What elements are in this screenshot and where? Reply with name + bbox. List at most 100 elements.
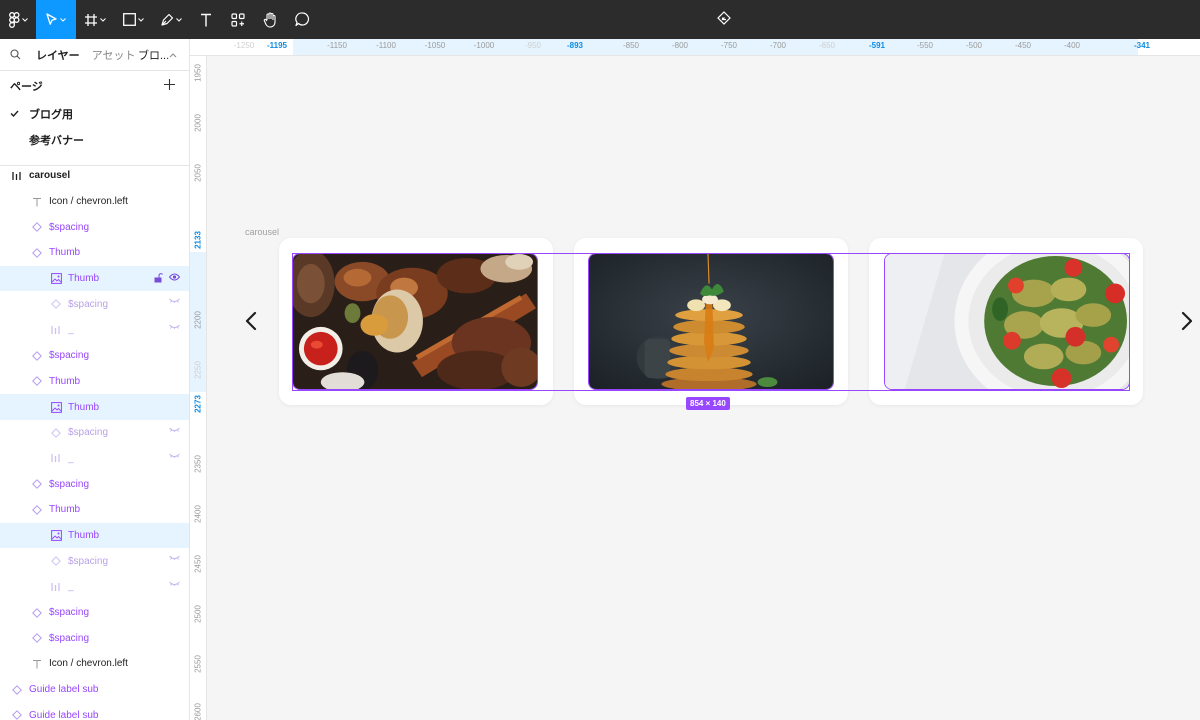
- frame-hash-icon: [84, 13, 98, 27]
- auto-layout-icon: [10, 169, 24, 183]
- layer-row[interactable]: Thumb: [0, 265, 189, 292]
- chevron-down-icon: [100, 17, 106, 22]
- layer-row[interactable]: $spacing: [0, 625, 189, 651]
- chevron-down-icon: [137, 17, 144, 22]
- layer-label: Thumb: [68, 529, 100, 541]
- eye-closed-icon[interactable]: [169, 298, 180, 304]
- ruler-tick-label: -1250: [233, 41, 255, 50]
- pen-tool-button[interactable]: [152, 0, 190, 39]
- layer-row[interactable]: Thumb: [0, 394, 189, 420]
- layer-label: Thumb: [49, 247, 81, 259]
- ruler-tick-label: -850: [622, 41, 640, 50]
- layer-label: $spacing: [49, 478, 90, 490]
- layer-row[interactable]: Icon / chevron.left: [0, 651, 189, 677]
- eye-closed-icon[interactable]: [169, 427, 180, 432]
- layer-row[interactable]: Thumb: [0, 522, 189, 549]
- layer-row[interactable]: Thumb: [0, 369, 189, 395]
- chevron-down-icon: [60, 17, 66, 22]
- layer-label: $spacing: [68, 427, 109, 439]
- layer-row[interactable]: $spacing: [0, 214, 189, 240]
- ruler-tick-label: -591: [868, 41, 886, 50]
- move-tool-button[interactable]: [36, 0, 76, 39]
- image-icon: [49, 528, 63, 542]
- page-item-reference-banner[interactable]: 参考バナー: [0, 127, 189, 153]
- horizontal-ruler: -1250 -1195 -1150 -1100 -1050 -1000 -950 -893 -8…: [190, 39, 1200, 56]
- component-instance-icon: [49, 426, 63, 440]
- layer-row[interactable]: _: [0, 574, 189, 600]
- layer-row[interactable]: $spacing: [0, 600, 189, 626]
- auto-layout-icon: [49, 451, 63, 465]
- page-label: ブログ用: [29, 109, 73, 121]
- component-instance-icon: [10, 683, 24, 697]
- components-grid-icon: [231, 12, 245, 27]
- component-instance-icon: [30, 349, 44, 363]
- layer-row[interactable]: Thumb: [0, 240, 189, 266]
- comment-tool-button[interactable]: [286, 0, 318, 39]
- hand-icon: [263, 11, 278, 28]
- layer-row[interactable]: $spacing: [0, 291, 189, 317]
- unlock-icon[interactable]: [154, 272, 164, 286]
- panel-tabs: レイヤー アセット ブロ...: [0, 39, 189, 71]
- chevron-left-icon[interactable]: [244, 309, 258, 333]
- layer-label: $spacing: [68, 555, 109, 567]
- component-instance-icon: [30, 246, 44, 260]
- text-tool-button[interactable]: [190, 0, 222, 39]
- component-instance-icon: [49, 554, 63, 568]
- shape-tool-button[interactable]: [114, 0, 152, 39]
- version-history-button[interactable]: [712, 0, 736, 39]
- ruler-tick-label: 2200: [193, 311, 203, 329]
- search-icon[interactable]: [10, 49, 24, 60]
- ruler-tick-label: 2000: [193, 114, 203, 132]
- layer-row[interactable]: $spacing: [0, 343, 189, 369]
- layer-row[interactable]: Icon / chevron.left: [0, 189, 189, 215]
- layer-label: Thumb: [68, 401, 100, 413]
- frame-name-label[interactable]: carousel: [245, 227, 279, 237]
- layer-row[interactable]: $spacing: [0, 471, 189, 497]
- eye-closed-icon[interactable]: [169, 555, 180, 561]
- thumb-image-pasta[interactable]: [884, 253, 1130, 390]
- layer-row[interactable]: Thumb: [0, 497, 189, 523]
- eye-closed-icon[interactable]: [169, 324, 180, 330]
- main-menu-button[interactable]: [0, 0, 36, 39]
- ruler-tick-label: 2273: [193, 395, 203, 413]
- comment-bubble-icon: [294, 12, 310, 27]
- toolbar: [0, 0, 1200, 39]
- chevron-up-icon[interactable]: [169, 49, 177, 61]
- pancake-stack-image: [589, 254, 833, 389]
- layer-row[interactable]: carousel: [0, 163, 189, 189]
- layer-label: $spacing: [49, 350, 90, 362]
- ruler-tick-label: 2600: [193, 703, 203, 720]
- layer-row[interactable]: Guide label sub: [0, 702, 189, 720]
- chevron-right-icon[interactable]: [1180, 309, 1194, 333]
- plus-icon: [164, 79, 175, 90]
- component-instance-icon: [30, 374, 44, 388]
- page-item-blog[interactable]: ブログ用: [0, 101, 189, 127]
- component-instance-icon: [30, 631, 44, 645]
- ruler-tick-label: -1100: [376, 41, 396, 50]
- eye-icon[interactable]: [168, 273, 181, 286]
- thumb-image-pancakes[interactable]: [588, 253, 834, 390]
- ruler-tick-label: -950: [524, 41, 542, 50]
- tab-layers[interactable]: レイヤー: [30, 39, 86, 71]
- add-page-button[interactable]: [164, 78, 175, 94]
- ruler-tick-label: -1000: [473, 41, 495, 50]
- ruler-tick-label: -500: [965, 41, 983, 50]
- layer-label: _: [68, 452, 74, 464]
- pen-icon: [160, 13, 174, 27]
- thumb-image-bbq[interactable]: [292, 253, 538, 390]
- component-instance-icon: [49, 297, 63, 311]
- layer-row[interactable]: _: [0, 446, 189, 472]
- layer-row[interactable]: Guide label sub: [0, 677, 189, 703]
- rectangle-icon: [122, 13, 136, 26]
- eye-closed-icon[interactable]: [169, 453, 180, 458]
- layer-row[interactable]: $spacing: [0, 548, 189, 574]
- resources-tool-button[interactable]: [222, 0, 254, 39]
- ruler-tick-label: -400: [1063, 41, 1081, 50]
- hand-tool-button[interactable]: [254, 0, 286, 39]
- ruler-tick-label: -700: [769, 41, 787, 50]
- eye-closed-icon[interactable]: [169, 581, 180, 586]
- ruler-tick-label: -800: [671, 41, 689, 50]
- layer-row[interactable]: $spacing: [0, 420, 189, 446]
- frame-tool-button[interactable]: [76, 0, 114, 39]
- layer-row[interactable]: _: [0, 317, 189, 343]
